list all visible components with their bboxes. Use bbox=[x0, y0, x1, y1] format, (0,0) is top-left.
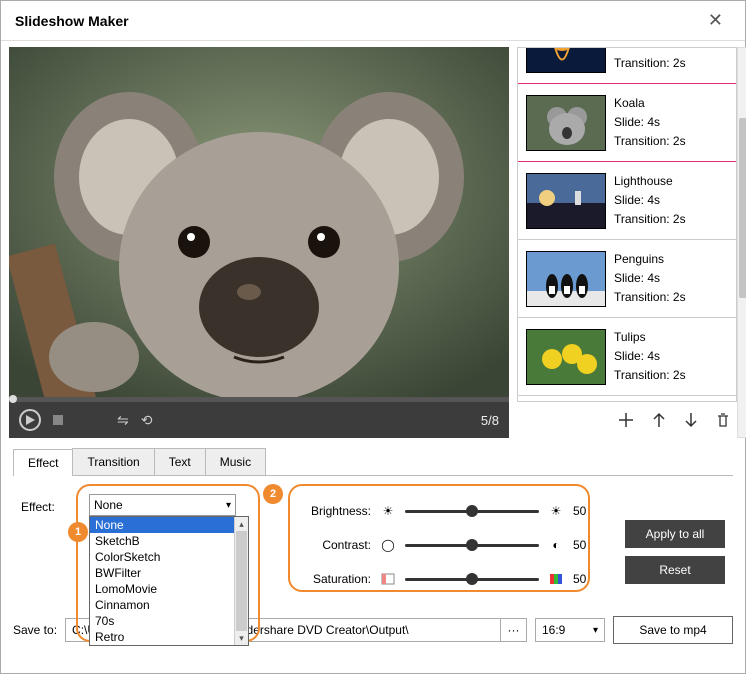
slide-thumb bbox=[526, 47, 606, 73]
aspect-value: 16:9 bbox=[542, 623, 565, 637]
effect-panel: Effect: None ▾ None SketchB ColorSketch … bbox=[13, 476, 733, 606]
effect-option[interactable]: None bbox=[90, 517, 248, 533]
progress-bar[interactable] bbox=[9, 397, 509, 402]
slide-transition: Transition: 2s bbox=[614, 54, 686, 73]
effect-option[interactable]: ColorSketch bbox=[90, 549, 248, 565]
slide-item[interactable]: PenguinsSlide: 4sTransition: 2s bbox=[518, 240, 736, 318]
slide-name: Koala bbox=[614, 94, 686, 113]
slide-item[interactable]: KoalaSlide: 4sTransition: 2s bbox=[518, 84, 736, 162]
contrast-label: Contrast: bbox=[303, 538, 371, 552]
effect-option[interactable]: Cinnamon bbox=[90, 597, 248, 613]
brightness-row: Brightness: ☀ ☀ 50 bbox=[303, 494, 593, 528]
adjustment-sliders: Brightness: ☀ ☀ 50 Contrast: ◯ ◐ 50 Satu… bbox=[303, 494, 593, 596]
tabs: Effect Transition Text Music bbox=[13, 448, 733, 476]
reset-button[interactable]: Reset bbox=[625, 556, 725, 584]
brightness-low-icon: ☀ bbox=[379, 504, 397, 518]
saturation-row: Saturation: 50 bbox=[303, 562, 593, 596]
slide-name: Lighthouse bbox=[614, 172, 686, 191]
save-to-mp4-button[interactable]: Save to mp4 bbox=[613, 616, 733, 644]
play-button[interactable] bbox=[19, 409, 41, 431]
slide-name: Tulips bbox=[614, 328, 686, 347]
slide-transition: Transition: 2s bbox=[614, 366, 686, 385]
slide-duration: Slide: 4s bbox=[614, 269, 686, 288]
saturation-high-icon bbox=[547, 573, 565, 585]
effect-option[interactable]: SketchB bbox=[90, 533, 248, 549]
slide-thumb bbox=[526, 329, 606, 385]
apply-to-all-button[interactable]: Apply to all bbox=[625, 520, 725, 548]
aspect-ratio-select[interactable]: 16:9 ▾ bbox=[535, 618, 605, 642]
playback-controls: ⇋ ⟲ 5/8 bbox=[9, 402, 509, 438]
browse-icon[interactable]: ··· bbox=[501, 618, 527, 642]
slide-item[interactable]: TulipsSlide: 4sTransition: 2s bbox=[518, 318, 736, 396]
slide-transition: Transition: 2s bbox=[614, 210, 686, 229]
annotation-badge-1: 1 bbox=[68, 522, 88, 542]
titlebar: Slideshow Maker ✕ bbox=[1, 1, 745, 41]
chevron-down-icon: ▾ bbox=[593, 625, 598, 636]
scrollbar[interactable] bbox=[737, 47, 746, 438]
brightness-value: 50 bbox=[573, 504, 593, 518]
rotate-icon[interactable]: ⟲ bbox=[141, 412, 153, 429]
window-title: Slideshow Maker bbox=[15, 13, 700, 29]
effect-action-buttons: Apply to all Reset bbox=[625, 494, 725, 596]
contrast-slider[interactable] bbox=[405, 544, 539, 547]
add-icon[interactable] bbox=[617, 411, 635, 429]
slide-transition: Transition: 2s bbox=[614, 132, 686, 151]
slide-name: Penguins bbox=[614, 250, 686, 269]
slide-duration: Slide: 4s bbox=[614, 113, 686, 132]
contrast-row: Contrast: ◯ ◐ 50 bbox=[303, 528, 593, 562]
brightness-slider[interactable] bbox=[405, 510, 539, 513]
close-icon[interactable]: ✕ bbox=[700, 6, 731, 35]
slide-duration: Slide: 4s bbox=[614, 47, 686, 54]
saturation-slider[interactable] bbox=[405, 578, 539, 581]
slide-counter: 5/8 bbox=[481, 413, 499, 428]
tab-transition[interactable]: Transition bbox=[72, 448, 154, 475]
slide-transition: Transition: 2s bbox=[614, 288, 686, 307]
saturation-label: Saturation: bbox=[303, 572, 371, 586]
effect-option[interactable]: LomoMovie bbox=[90, 581, 248, 597]
delete-icon[interactable] bbox=[715, 411, 731, 429]
slide-list-actions bbox=[517, 402, 737, 438]
slide-list: JellyfishSlide: 4sTransition: 2s KoalaSl… bbox=[517, 47, 737, 438]
koala-preview-art bbox=[9, 47, 509, 397]
brightness-label: Brightness: bbox=[303, 504, 371, 518]
saturation-value: 50 bbox=[573, 572, 593, 586]
contrast-low-icon: ◯ bbox=[379, 538, 397, 552]
effect-dropdown-list[interactable]: None SketchB ColorSketch BWFilter LomoMo… bbox=[89, 516, 249, 646]
stop-button[interactable] bbox=[53, 415, 63, 425]
dropdown-scrollbar[interactable]: ▴▾ bbox=[234, 517, 248, 645]
effect-label: Effect: bbox=[21, 494, 79, 596]
effect-option[interactable]: BWFilter bbox=[90, 565, 248, 581]
chevron-down-icon: ▾ bbox=[226, 500, 231, 511]
slide-thumb bbox=[526, 173, 606, 229]
effect-select[interactable]: None ▾ bbox=[89, 494, 236, 516]
tab-text[interactable]: Text bbox=[154, 448, 206, 475]
slide-item[interactable]: LighthouseSlide: 4sTransition: 2s bbox=[518, 162, 736, 240]
slide-duration: Slide: 4s bbox=[614, 191, 686, 210]
move-up-icon[interactable] bbox=[651, 411, 667, 429]
save-to-label: Save to: bbox=[13, 623, 57, 637]
contrast-high-icon: ◐ bbox=[547, 538, 565, 552]
effect-selected-value: None bbox=[94, 498, 123, 512]
annotation-badge-2: 2 bbox=[263, 484, 283, 504]
slide-item[interactable]: JellyfishSlide: 4sTransition: 2s bbox=[518, 47, 736, 84]
tab-effect[interactable]: Effect bbox=[13, 449, 73, 476]
slide-thumb bbox=[526, 95, 606, 151]
contrast-value: 50 bbox=[573, 538, 593, 552]
flip-horizontal-icon[interactable]: ⇋ bbox=[117, 412, 129, 429]
slide-thumb bbox=[526, 251, 606, 307]
slide-duration: Slide: 4s bbox=[614, 347, 686, 366]
preview-image bbox=[9, 47, 509, 397]
effect-option[interactable]: 70s bbox=[90, 613, 248, 629]
move-down-icon[interactable] bbox=[683, 411, 699, 429]
tab-music[interactable]: Music bbox=[205, 448, 266, 475]
effect-option[interactable]: Retro bbox=[90, 629, 248, 645]
slide-scroll-area[interactable]: JellyfishSlide: 4sTransition: 2s KoalaSl… bbox=[517, 47, 737, 402]
brightness-high-icon: ☀ bbox=[547, 504, 565, 518]
saturation-low-icon bbox=[379, 573, 397, 585]
preview-column: ⇋ ⟲ 5/8 bbox=[9, 47, 509, 438]
